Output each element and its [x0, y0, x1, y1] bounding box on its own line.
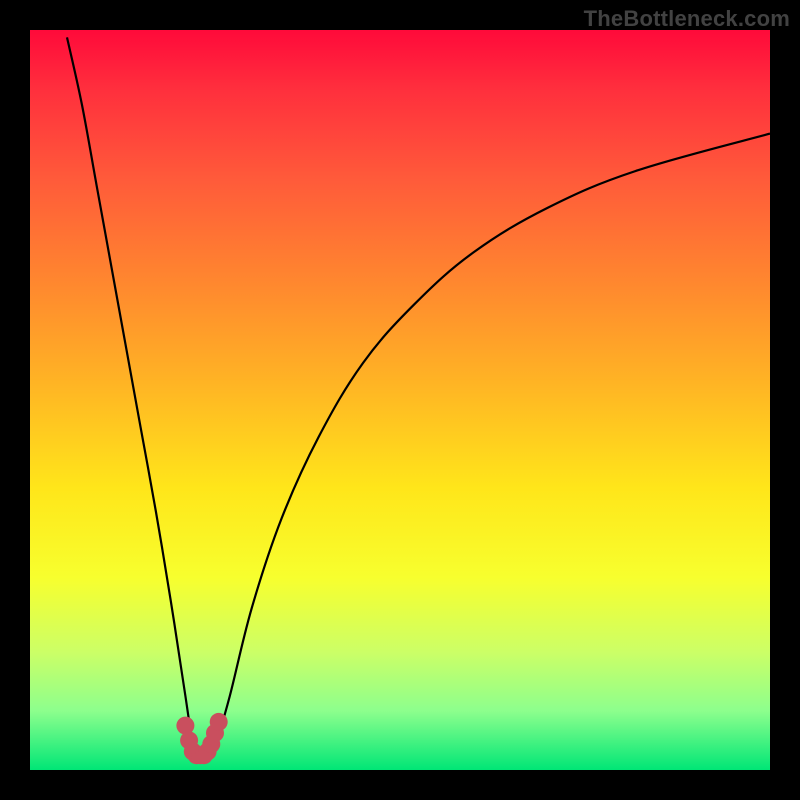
- chart-frame: TheBottleneck.com: [0, 0, 800, 800]
- watermark-text: TheBottleneck.com: [584, 6, 790, 32]
- chart-svg: [30, 30, 770, 770]
- curve-group: [67, 37, 770, 747]
- curve-left-branch: [67, 37, 193, 747]
- valley-marker-group: [176, 713, 227, 764]
- plot-area: [30, 30, 770, 770]
- valley-marker-dot: [210, 713, 228, 731]
- curve-right-branch: [215, 134, 770, 748]
